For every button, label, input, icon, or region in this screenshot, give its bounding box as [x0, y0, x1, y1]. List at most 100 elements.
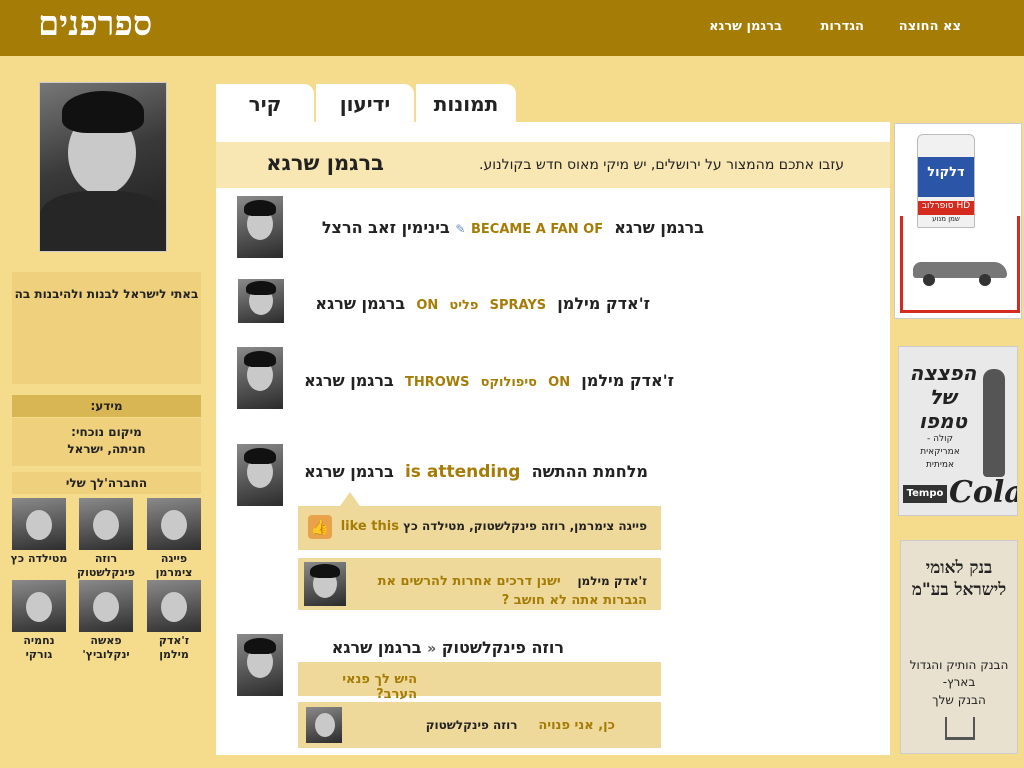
friend-avatar: [79, 498, 133, 550]
feed-avatar[interactable]: [238, 279, 284, 323]
bio-text: באתי לישראל לבנות ולהיבנות בה: [14, 287, 199, 301]
ad-sub: קולה - אמריקאית אמיתית: [920, 434, 960, 470]
comment-author[interactable]: רוזה פינקלשטוק: [426, 718, 518, 732]
thumbs-up-icon[interactable]: 👍: [308, 515, 332, 539]
feed-target[interactable]: ברגמן שרגא: [315, 294, 405, 313]
friend-name: פאשה ינקלוביץ': [82, 634, 130, 661]
ad-line1: הבנק הותיק והגדול בארץ-: [909, 658, 1009, 689]
friend-name: מטילדה כץ: [10, 552, 68, 565]
feed-item: מלחמת ההתשה is attending ברגמן שרגא: [304, 462, 648, 482]
bank-building-icon: [945, 717, 975, 740]
top-bar: ספרפנים צא החוצה הגדרות ברגמן שרגא: [0, 0, 1024, 56]
feed-actor[interactable]: ז'אדק מילמן: [557, 294, 650, 313]
comment-box: ז'אדק מילמן ישנן דרכים אחרות להרשים את ה…: [298, 558, 661, 610]
feed-prep: ON: [548, 375, 571, 390]
location-label: מיקום נוכחי:: [71, 425, 142, 439]
logout-link[interactable]: צא החוצה: [899, 19, 961, 34]
friend-avatar: [12, 498, 66, 550]
ad-bank-leumi[interactable]: בנק לאומי לישראל בע"מ הבנק הותיק והגדול …: [900, 540, 1018, 754]
profile-link[interactable]: ברגמן שרגא: [709, 19, 782, 34]
bio-box: באתי לישראל לבנות ולהיבנות בה: [12, 272, 201, 384]
friend-item[interactable]: רוזה פינקלשטוק: [77, 498, 135, 580]
feed-verb: is attending: [404, 462, 521, 482]
feed-actor[interactable]: ברגמן שרגא: [304, 462, 394, 481]
feed-item: רוזה פינקלשטוק « ברגמן שרגא: [332, 638, 564, 657]
feed-avatar[interactable]: [237, 347, 283, 409]
friend-name: פייגה צימרמן: [155, 552, 193, 579]
friend-avatar: [147, 498, 201, 550]
ad-cola-logo: Cola: [949, 475, 1018, 510]
ad-frame: [900, 216, 1020, 313]
friend-name: נחמיה גורקי: [23, 634, 55, 661]
photo-corner: [40, 232, 59, 251]
oil-can-shape: דלקול סופרלוב HD שמן מנוע: [917, 134, 975, 228]
ad-line2: הבנק שלך: [932, 693, 986, 707]
comment-text: כן, אני פנויה: [538, 718, 615, 733]
friend-item[interactable]: פייגה צימרמן: [145, 498, 203, 580]
status-bar: ברגמן שרגא עזבו אתכם מהמצור על ירושלים, …: [216, 142, 890, 188]
site-logo[interactable]: ספרפנים: [38, 4, 152, 44]
friends-title: החברה'לך שלי: [12, 472, 201, 494]
feed-avatar[interactable]: [237, 634, 283, 696]
feed-item: ז'אדק מילמן SPRAYS פליט ON ברגמן שרגא: [315, 294, 650, 313]
feed-prep: ON: [416, 298, 439, 313]
comment-avatar[interactable]: [304, 562, 346, 606]
feed-object[interactable]: בינימין זאב הרצל: [322, 218, 450, 237]
ad-bank-name: בנק לאומי לישראל בע"מ: [911, 558, 1007, 600]
feed-verb: THROWS: [404, 375, 470, 390]
feed-object[interactable]: פליט: [449, 298, 478, 313]
tab-wall[interactable]: קיר: [216, 84, 314, 122]
fan-icon: ✎: [455, 222, 466, 236]
ad-headline: הפצצה של טמפו: [909, 361, 977, 433]
friend-item[interactable]: ז'אדק מילמן: [145, 580, 203, 662]
chevrons-icon: «: [427, 641, 437, 657]
friend-avatar: [12, 580, 66, 632]
tab-photos[interactable]: תמונות: [416, 84, 516, 122]
info-title: מידע:: [12, 395, 201, 417]
comment-box: היש לך פנאי הערב?: [298, 662, 661, 702]
likes-label: like this: [340, 519, 399, 534]
feed-object[interactable]: מלחמת ההתשה: [532, 462, 648, 481]
info-box: מיקום נוכחי: חניתה, ישראל: [12, 418, 201, 466]
feed-avatar[interactable]: [237, 196, 283, 258]
profile-photo[interactable]: [39, 82, 167, 252]
likes-box: פייגה צימרמן, רוזה פינקלשטוק, מטילדה כץ …: [298, 506, 661, 550]
friend-avatar: [79, 580, 133, 632]
friend-avatar: [147, 580, 201, 632]
friend-name: ז'אדק מילמן: [158, 634, 190, 661]
feed-object[interactable]: רוזה פינקלשטוק: [442, 638, 564, 657]
ad-brand: דלקול: [927, 165, 965, 180]
likes-names[interactable]: פייגה צימרמן, רוזה פינקלשטוק, מטילדה כץ: [403, 519, 647, 533]
location-value: חניתה, ישראל: [67, 442, 146, 456]
ad-tempo-cola[interactable]: הפצצה של טמפו קולה - אמריקאית אמיתית Tem…: [898, 346, 1018, 516]
photo-corner: [147, 232, 166, 251]
friend-item[interactable]: פאשה ינקלוביץ': [77, 580, 135, 662]
comment-avatar[interactable]: [306, 707, 342, 743]
comment-box: כן, אני פנויה רוזה פינקלשטוק: [298, 702, 661, 748]
wall-panel: [216, 122, 890, 755]
bottle-icon: [983, 369, 1005, 477]
feed-actor[interactable]: ברגמן שרגא: [614, 218, 704, 237]
comment-author[interactable]: ז'אדק מילמן: [577, 574, 647, 588]
feed-avatar[interactable]: [237, 444, 283, 506]
status-text: עזבו אתכם מהמצור על ירושלים, יש מיקי מאו…: [479, 157, 844, 173]
status-author[interactable]: ברגמן שרגא: [266, 151, 384, 175]
comment-text: היש לך פנאי הערב?: [342, 672, 417, 702]
feed-actor[interactable]: ז'אדק מילמן: [581, 371, 674, 390]
tab-newsletter[interactable]: ידיעון: [316, 84, 414, 122]
feed-item: ז'אדק מילמן ON סיפולוקס THROWS ברגמן שרג…: [304, 371, 674, 390]
feed-actor[interactable]: ברגמן שרגא: [332, 638, 422, 657]
photo-corner: [147, 83, 166, 102]
feed-item: ברגמן שרגא BECAME A FAN OF ✎ בינימין זאב…: [322, 218, 704, 237]
ad-delek[interactable]: דלקול סופרלוב HD שמן מנוע: [894, 123, 1022, 319]
friend-item[interactable]: מטילדה כץ: [10, 498, 68, 566]
ad-line1: סופרלוב HD: [918, 201, 974, 215]
photo-corner: [40, 83, 59, 102]
friend-item[interactable]: נחמיה גורקי: [10, 580, 68, 662]
feed-target[interactable]: ברגמן שרגא: [304, 371, 394, 390]
feed-verb: SPRAYS: [489, 298, 547, 313]
feed-object[interactable]: סיפולוקס: [481, 375, 537, 390]
friend-name: רוזה פינקלשטוק: [77, 552, 135, 579]
settings-link[interactable]: הגדרות: [820, 19, 864, 34]
bubble-tip: [340, 492, 360, 506]
